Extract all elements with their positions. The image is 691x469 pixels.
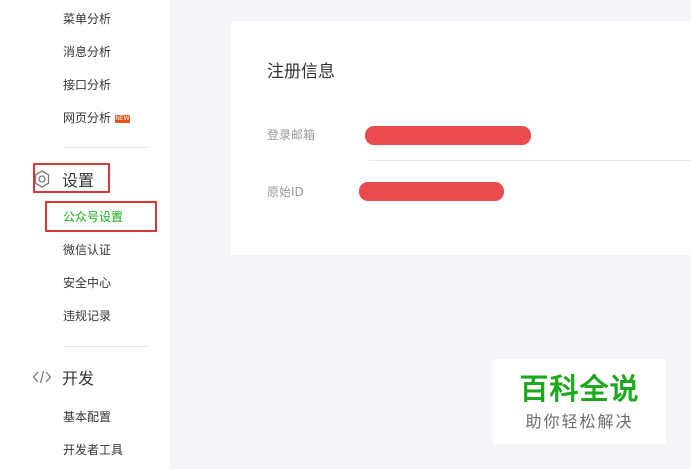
highlight-box (33, 163, 110, 193)
sidebar-item-menu-analysis[interactable]: 菜单分析 (63, 11, 111, 27)
divider (369, 160, 691, 161)
divider (63, 346, 149, 347)
divider (63, 147, 149, 148)
watermark: 百科全说 助你轻松解决 (493, 359, 666, 444)
highlight-box (45, 201, 157, 232)
sidebar-item-wechat-verify[interactable]: 微信认证 (63, 242, 111, 258)
redacted-email-value (365, 126, 531, 145)
sidebar-item-violations[interactable]: 违规记录 (63, 308, 111, 324)
sidebar-item-basic-config[interactable]: 基本配置 (63, 409, 111, 425)
sidebar-item-label: 消息分析 (63, 45, 112, 59)
sidebar-item-label: 安全中心 (63, 276, 112, 290)
sidebar: 菜单分析 消息分析 接口分析 网页分析 NEW 设置 公众号设置 微信认证 安全中… (0, 0, 170, 469)
sidebar-item-label: 菜单分析 (63, 12, 112, 26)
sidebar-item-interface-analysis[interactable]: 接口分析 (63, 77, 111, 93)
sidebar-item-label: 违规记录 (63, 309, 112, 323)
section-title: 注册信息 (267, 62, 335, 82)
watermark-subtitle: 助你轻松解决 (525, 411, 634, 431)
watermark-title: 百科全说 (519, 371, 640, 406)
redacted-original-id-value (359, 182, 504, 201)
code-icon (32, 367, 52, 387)
registration-info-panel: 注册信息 登录邮箱 原始ID (231, 21, 691, 255)
sidebar-item-label: 开发者工具 (63, 443, 124, 457)
sidebar-item-label: 基本配置 (63, 410, 112, 424)
original-id-label: 原始ID (267, 185, 304, 199)
sidebar-item-label: 网页分析 (63, 111, 112, 125)
sidebar-item-label: 接口分析 (63, 78, 112, 92)
sidebar-item-developer-tools[interactable]: 开发者工具 (63, 442, 123, 458)
login-email-label: 登录邮箱 (267, 128, 316, 142)
sidebar-group-title: 开发 (62, 369, 95, 388)
sidebar-group-develop[interactable]: 开发 (32, 365, 94, 389)
new-badge: NEW (115, 114, 131, 123)
sidebar-item-web-analysis[interactable]: 网页分析 NEW (63, 110, 131, 126)
sidebar-item-message-analysis[interactable]: 消息分析 (63, 44, 111, 60)
sidebar-item-security-center[interactable]: 安全中心 (63, 275, 111, 291)
sidebar-item-label: 微信认证 (63, 243, 112, 257)
